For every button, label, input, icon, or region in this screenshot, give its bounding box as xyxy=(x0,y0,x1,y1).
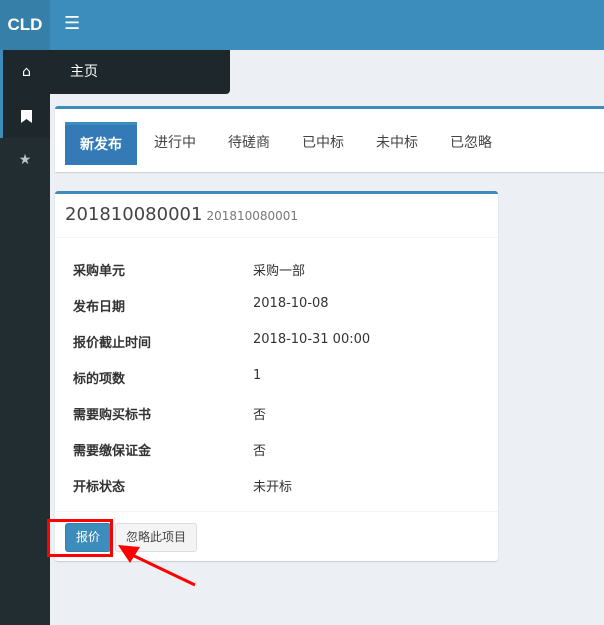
top-navbar: CLD ☰ xyxy=(0,0,604,50)
home-icon[interactable]: ⌂ xyxy=(0,50,50,94)
tab-new[interactable]: 新发布 xyxy=(65,122,137,165)
sidebar-tooltip-home[interactable]: 主页 xyxy=(50,50,230,94)
card-header: 201810080001 201810080001 xyxy=(55,194,498,238)
field-value: 2018-10-08 xyxy=(253,296,329,311)
field-value: 未开标 xyxy=(253,480,293,495)
annotation-arrow-icon xyxy=(118,545,196,587)
sidebar: ⌂ ★ xyxy=(0,50,50,625)
field-value: 1 xyxy=(253,368,262,383)
field-value: 2018-10-31 00:00 xyxy=(253,332,371,347)
tab-won[interactable]: 已中标 xyxy=(287,122,359,165)
field-value: 否 xyxy=(253,408,267,423)
tab-in-progress[interactable]: 进行中 xyxy=(139,122,211,165)
logo[interactable]: CLD xyxy=(0,0,50,50)
field-label: 开标状态 xyxy=(73,480,126,495)
field-value: 采购一部 xyxy=(253,264,306,279)
field-label: 采购单元 xyxy=(73,264,126,279)
field-value: 否 xyxy=(253,444,267,459)
bookmark-icon[interactable] xyxy=(0,94,50,138)
tab-negotiating[interactable]: 待磋商 xyxy=(213,122,285,165)
card-title: 201810080001 xyxy=(65,204,203,225)
field-label: 需要缴保证金 xyxy=(73,444,152,459)
status-tabs: 新发布 进行中 待磋商 已中标 未中标 已忽略 xyxy=(55,106,604,172)
project-card: 201810080001 201810080001 采购单元 采购一部发布日期 201… xyxy=(55,191,498,561)
field-label: 标的项数 xyxy=(73,372,126,387)
field-label: 需要购买标书 xyxy=(73,408,152,423)
card-subtitle: 201810080001 xyxy=(206,209,299,223)
tab-ignored[interactable]: 已忽略 xyxy=(435,122,507,165)
field-label: 发布日期 xyxy=(73,300,126,315)
star-icon[interactable]: ★ xyxy=(0,138,50,182)
field-label: 报价截止时间 xyxy=(73,336,152,351)
tab-lost[interactable]: 未中标 xyxy=(361,122,433,165)
annotation-highlight-box xyxy=(47,519,113,557)
menu-toggle-icon[interactable]: ☰ xyxy=(64,13,80,34)
